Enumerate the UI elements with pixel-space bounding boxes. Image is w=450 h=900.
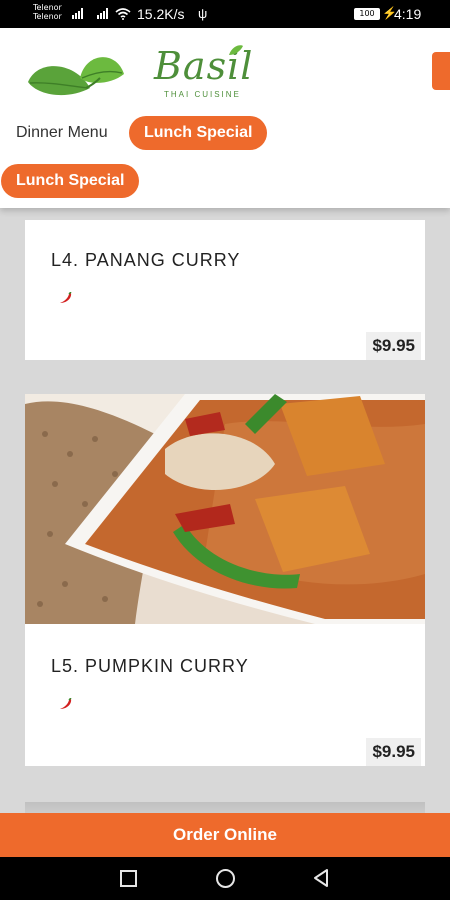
basil-thai-logo: Basil THAI CUISINE <box>150 44 252 104</box>
logo-leaf-icon <box>229 45 243 55</box>
dish-name: L4. PANANG CURRY <box>51 250 241 270</box>
dish-price: $9.95 <box>366 738 421 766</box>
signal-icon <box>72 8 83 19</box>
home-icon[interactable] <box>216 869 235 888</box>
recent-apps-icon[interactable] <box>120 870 137 887</box>
carrier-labels: Telenor Telenor <box>33 3 62 21</box>
tab-dinner-menu[interactable]: Dinner Menu <box>16 124 108 142</box>
menu-button[interactable] <box>432 52 450 90</box>
menu-item-card[interactable]: L4. PANANG CURRY $9.95 <box>25 220 425 360</box>
logo-subtitle: THAI CUISINE <box>164 90 241 99</box>
dish-price: $9.95 <box>366 332 421 360</box>
system-nav-bar <box>0 857 450 900</box>
carrier-2: Telenor <box>33 12 62 21</box>
menu-item-card-partial[interactable] <box>25 802 425 813</box>
menu-list[interactable]: L4. PANANG CURRY $9.95 L5. PUMPKIN CURRY… <box>0 208 450 813</box>
category-chip-lunch-special[interactable]: Lunch Special <box>1 164 140 198</box>
carrier-1: Telenor <box>33 3 62 12</box>
clock: 4:19 <box>394 6 422 22</box>
chili-icon <box>60 698 72 709</box>
menu-item-card[interactable]: L5. PUMPKIN CURRY $9.95 <box>25 394 425 766</box>
back-icon[interactable] <box>311 868 331 888</box>
wifi-icon <box>115 8 131 20</box>
network-speed: 15.2K/s <box>137 6 185 22</box>
app-header: Basil THAI CUISINE Dinner Menu Lunch Spe… <box>0 28 450 208</box>
dish-name: L5. PUMPKIN CURRY <box>51 656 249 676</box>
battery-icon: 100 <box>354 8 380 20</box>
tab-lunch-special[interactable]: Lunch Special <box>129 116 268 150</box>
pumpkin-curry-photo <box>25 394 425 624</box>
signal-icon-2 <box>97 8 108 19</box>
chili-icon <box>60 292 72 303</box>
order-online-button[interactable]: Order Online <box>0 813 450 857</box>
usb-icon: ψ <box>198 6 208 21</box>
status-bar: Telenor Telenor 15.2K/s ψ 100 ⚡ 4:19 <box>0 0 450 28</box>
basil-leaves-logo <box>28 57 124 96</box>
